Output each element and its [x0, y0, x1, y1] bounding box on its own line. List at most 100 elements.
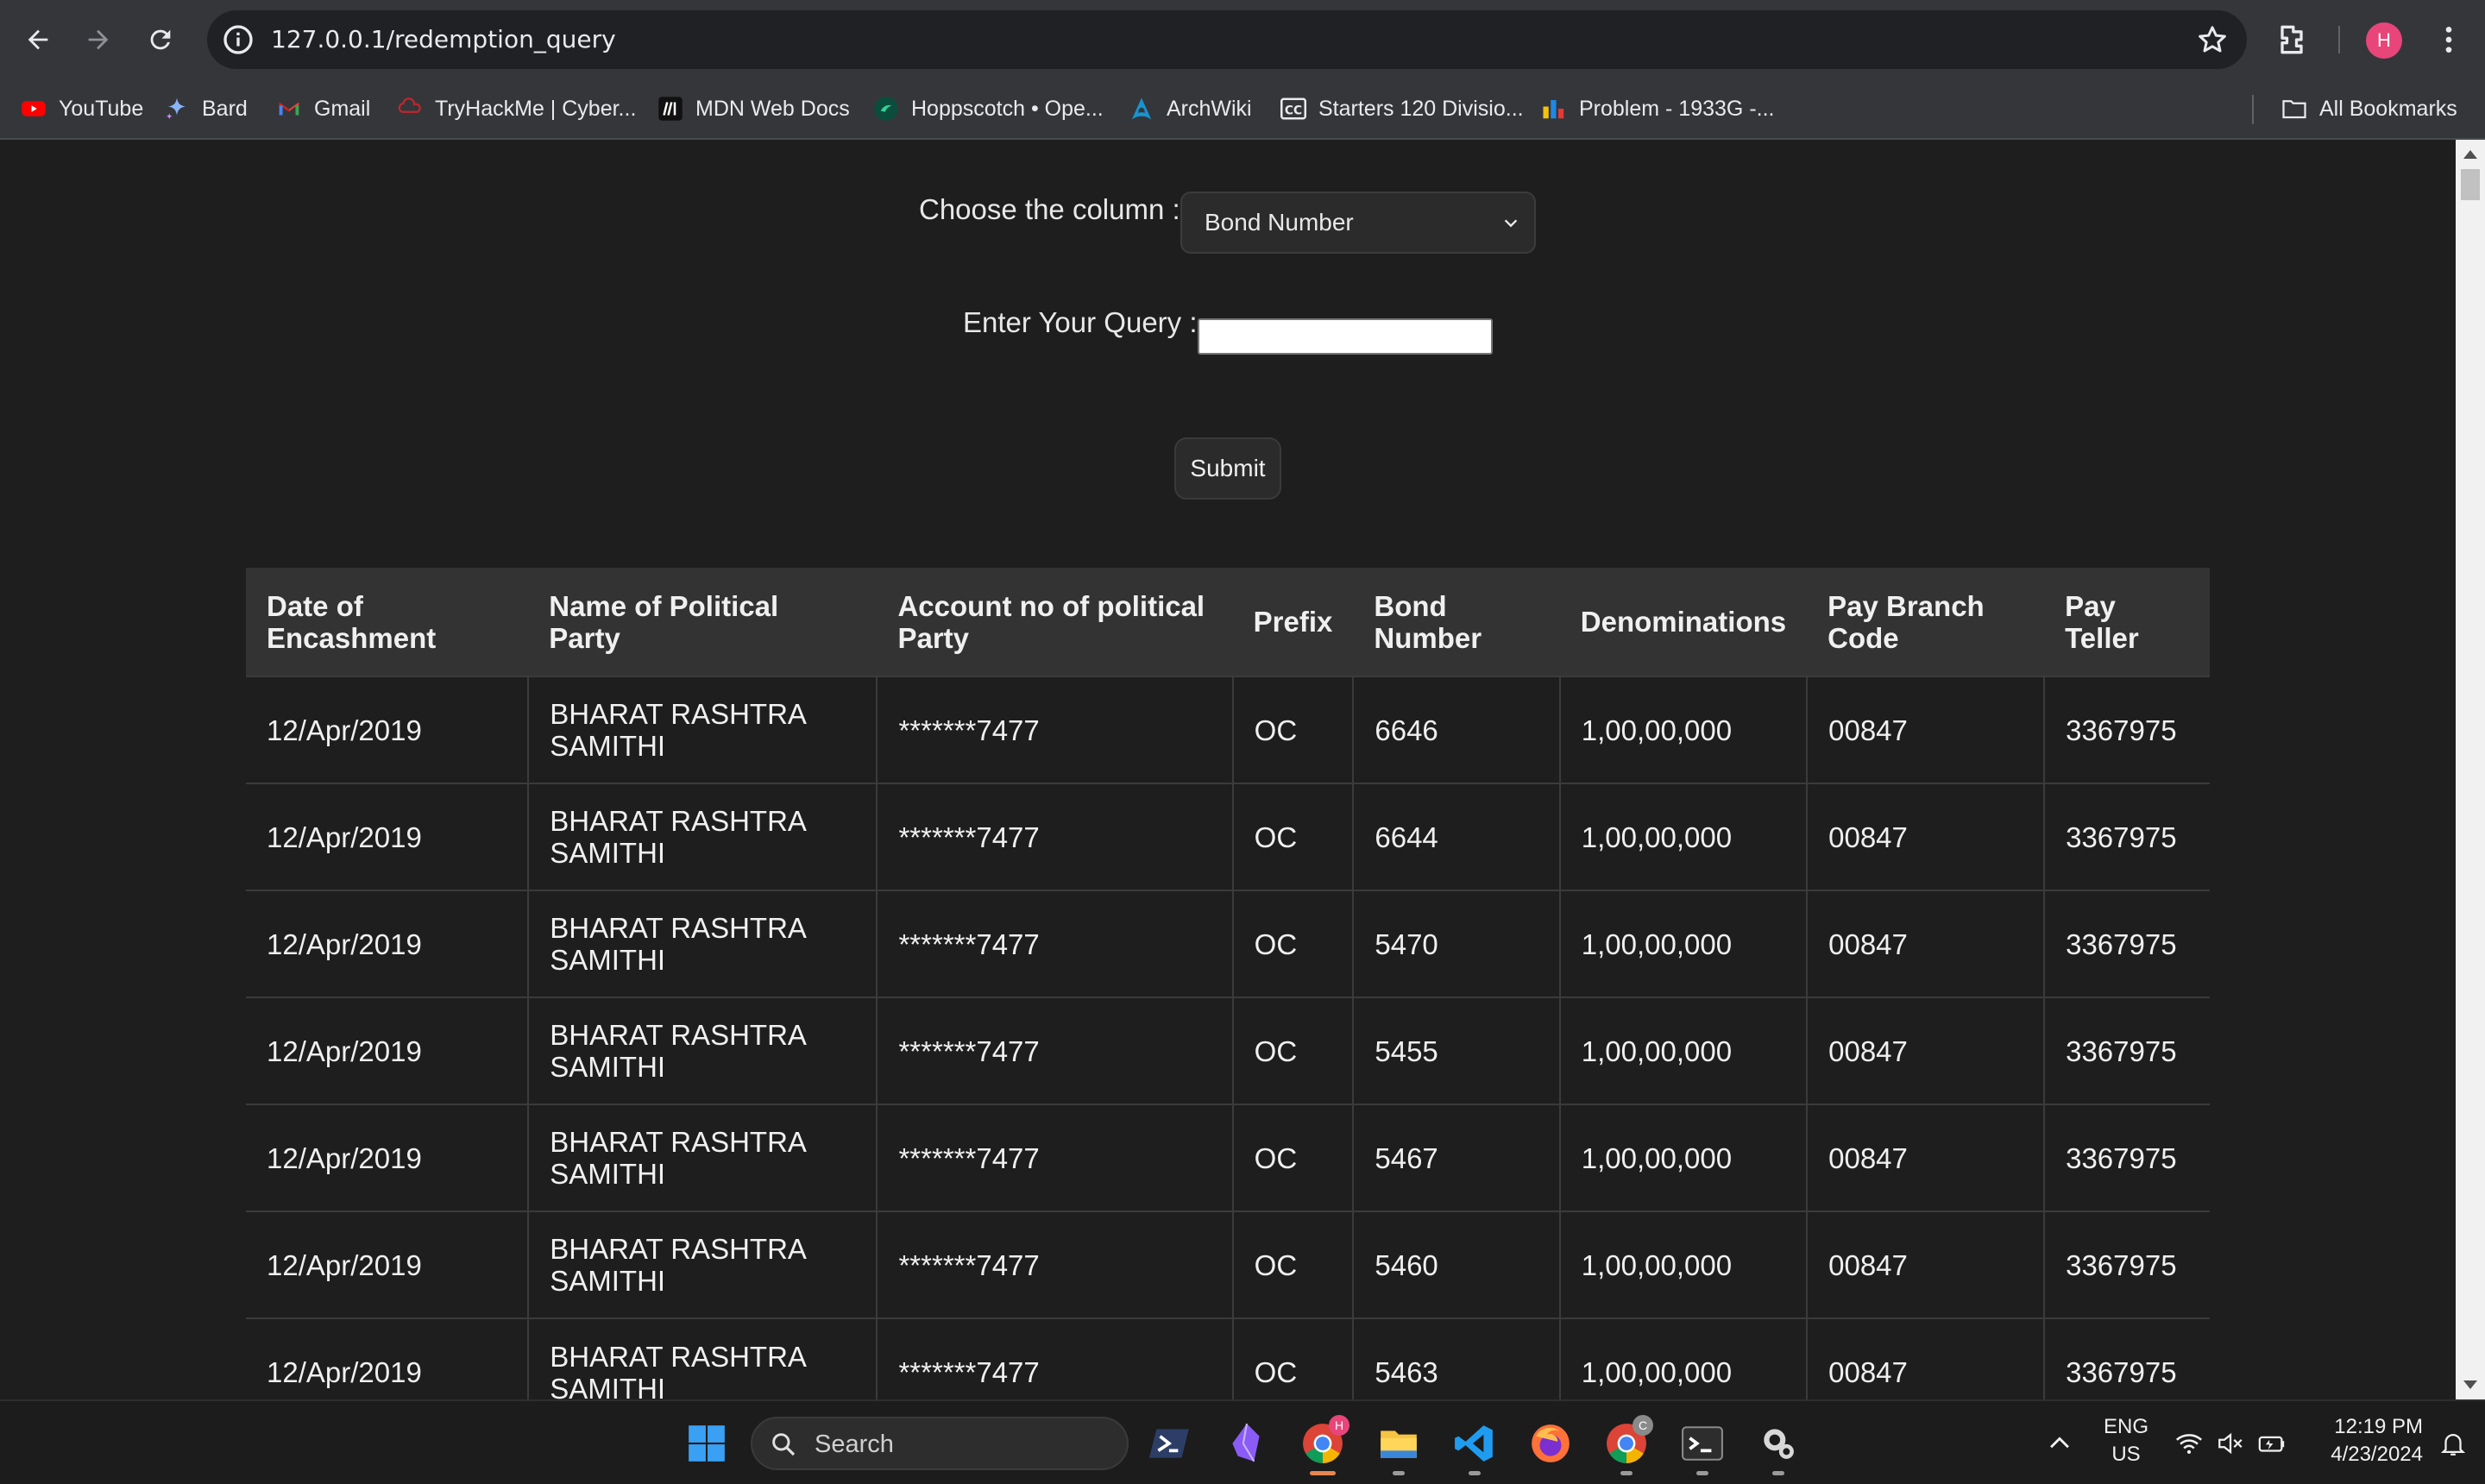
cell-party: BHARAT RASHTRA SAMITHI: [527, 1104, 878, 1211]
volume-muted-icon[interactable]: [2216, 1429, 2245, 1458]
bookmark-gmail[interactable]: Gmail: [276, 79, 370, 138]
taskbar-chrome-profile-h[interactable]: H: [1299, 1415, 1349, 1475]
bookmark-star-icon[interactable]: [2195, 22, 2230, 57]
cell-branch-code: 00847: [1806, 783, 2045, 890]
cell-denomination: 1,00,00,000: [1558, 997, 1808, 1104]
cell-teller: 3367975: [2043, 890, 2210, 997]
cell-party: BHARAT RASHTRA SAMITHI: [527, 890, 878, 997]
cell-teller: 3367975: [2043, 1317, 2210, 1399]
cell-party: BHARAT RASHTRA SAMITHI: [527, 1317, 878, 1399]
cell-branch-code: 00847: [1806, 676, 2045, 783]
cell-denomination: 1,00,00,000: [1558, 1104, 1808, 1211]
cell-account: *******7477: [876, 1317, 1233, 1399]
taskbar-settings[interactable]: [1755, 1420, 1802, 1475]
cell-prefix: OC: [1231, 1104, 1354, 1211]
cell-teller: 3367975: [2043, 783, 2210, 890]
table-header-row: Date of Encashment Name of Political Par…: [246, 568, 2210, 676]
toolbar-divider: [2338, 26, 2340, 53]
back-button[interactable]: [17, 19, 59, 60]
site-info-icon[interactable]: [221, 22, 255, 57]
running-indicator: [1620, 1471, 1633, 1475]
taskbar-file-explorer[interactable]: [1375, 1420, 1422, 1475]
scroll-up-arrow-icon[interactable]: [2463, 150, 2477, 159]
bookmark-codeforces[interactable]: Problem - 1933G -...: [1541, 79, 1774, 138]
cell-teller: 3367975: [2043, 1104, 2210, 1211]
battery-icon[interactable]: [2257, 1429, 2287, 1458]
taskbar-powershell[interactable]: [1148, 1420, 1194, 1467]
header-pay-branch-code: Pay Branch Code: [1807, 568, 2045, 676]
scroll-down-arrow-icon[interactable]: [2463, 1380, 2477, 1389]
taskbar-search[interactable]: Search: [751, 1417, 1129, 1470]
taskbar-firefox[interactable]: [1527, 1420, 1574, 1467]
bookmark-bard[interactable]: Bard: [164, 79, 248, 138]
powershell-icon: [1149, 1429, 1189, 1458]
forward-button[interactable]: [78, 19, 119, 60]
cell-bond-number: 5463: [1352, 1317, 1560, 1399]
bookmark-codechef[interactable]: CC Starters 120 Divisio...: [1280, 79, 1524, 138]
terminal-icon: [1682, 1426, 1723, 1461]
cell-prefix: OC: [1231, 1210, 1354, 1318]
windows-logo-icon: [689, 1425, 725, 1462]
bookmark-tryhackme[interactable]: TryHackMe | Cyber...: [397, 79, 636, 138]
cell-prefix: OC: [1231, 1317, 1354, 1399]
chrome-profile-badge: H: [1329, 1415, 1349, 1436]
notification-bell-icon[interactable]: [2438, 1429, 2468, 1458]
reload-icon: [150, 29, 171, 50]
cell-branch-code: 00847: [1806, 1210, 2045, 1318]
running-indicator: [1696, 1471, 1708, 1475]
table-row: 12/Apr/2019 BHARAT RASHTRA SAMITHI *****…: [246, 676, 2210, 783]
header-account-no: Account no of political Party: [877, 568, 1233, 676]
page-scrollbar[interactable]: [2456, 140, 2485, 1399]
scrollbar-thumb[interactable]: [2461, 169, 2480, 200]
cell-date: 12/Apr/2019: [246, 783, 529, 890]
tryhackme-icon: [397, 96, 423, 122]
reload-button[interactable]: [140, 19, 181, 60]
header-date-of-encashment: Date of Encashment: [246, 568, 529, 676]
taskbar-obsidian[interactable]: [1224, 1420, 1270, 1467]
taskbar-vscode[interactable]: [1451, 1420, 1498, 1475]
cell-account: *******7477: [876, 1210, 1233, 1318]
cell-denomination: 1,00,00,000: [1558, 1317, 1808, 1399]
table-row: 12/Apr/2019 BHARAT RASHTRA SAMITHI *****…: [246, 997, 2210, 1104]
address-bar[interactable]: 127.0.0.1/redemption_query: [207, 10, 2247, 69]
browser-menu-icon[interactable]: [2432, 19, 2466, 60]
bookmarks-bar: YouTube Bard Gmail TryHackMe | Cyber... …: [0, 79, 2485, 140]
folder-icon: [1381, 1431, 1417, 1458]
extensions-icon[interactable]: [2273, 21, 2311, 59]
mdn-icon: [657, 96, 683, 122]
all-bookmarks-button[interactable]: All Bookmarks: [2281, 79, 2457, 138]
bookmark-mdn[interactable]: MDN Web Docs: [657, 79, 850, 138]
cell-prefix: OC: [1231, 676, 1354, 783]
url-text[interactable]: 127.0.0.1/redemption_query: [271, 10, 616, 69]
running-indicator: [1772, 1471, 1784, 1475]
cell-bond-number: 6644: [1352, 783, 1560, 890]
vscode-icon: [1455, 1425, 1493, 1462]
all-bookmarks-label: All Bookmarks: [2319, 96, 2457, 121]
cell-prefix: OC: [1231, 783, 1354, 890]
bookmark-label: Problem - 1933G -...: [1579, 96, 1775, 121]
bookmark-hoppscotch[interactable]: Hoppscotch • Ope...: [873, 79, 1104, 138]
clock[interactable]: 12:19 PM 4/23/2024: [2306, 1413, 2423, 1468]
cell-prefix: OC: [1231, 997, 1354, 1104]
profile-avatar[interactable]: H: [2366, 22, 2402, 59]
bookmark-archwiki[interactable]: ArchWiki: [1129, 79, 1252, 138]
submit-button[interactable]: Submit: [1174, 437, 1281, 500]
bookmark-label: ArchWiki: [1167, 96, 1252, 121]
obsidian-icon: [1232, 1423, 1260, 1462]
cell-denomination: 1,00,00,000: [1558, 783, 1808, 890]
taskbar-chrome-profile-c[interactable]: C: [1603, 1415, 1653, 1475]
taskbar-terminal[interactable]: [1679, 1420, 1726, 1475]
wifi-icon[interactable]: [2174, 1429, 2204, 1458]
column-select[interactable]: Bond Number: [1180, 192, 1536, 254]
bookmark-label: YouTube: [59, 96, 144, 121]
cell-account: *******7477: [876, 676, 1233, 783]
query-input[interactable]: [1198, 318, 1493, 355]
chevron-up-icon[interactable]: [2045, 1429, 2074, 1458]
bookmark-youtube[interactable]: YouTube: [21, 79, 143, 138]
folder-icon: [2281, 96, 2307, 122]
header-denominations: Denominations: [1559, 568, 1808, 676]
language-indicator[interactable]: ENG US: [2098, 1413, 2154, 1468]
start-button[interactable]: [683, 1420, 730, 1467]
bookmark-label: MDN Web Docs: [695, 96, 850, 121]
cell-account: *******7477: [876, 783, 1233, 890]
